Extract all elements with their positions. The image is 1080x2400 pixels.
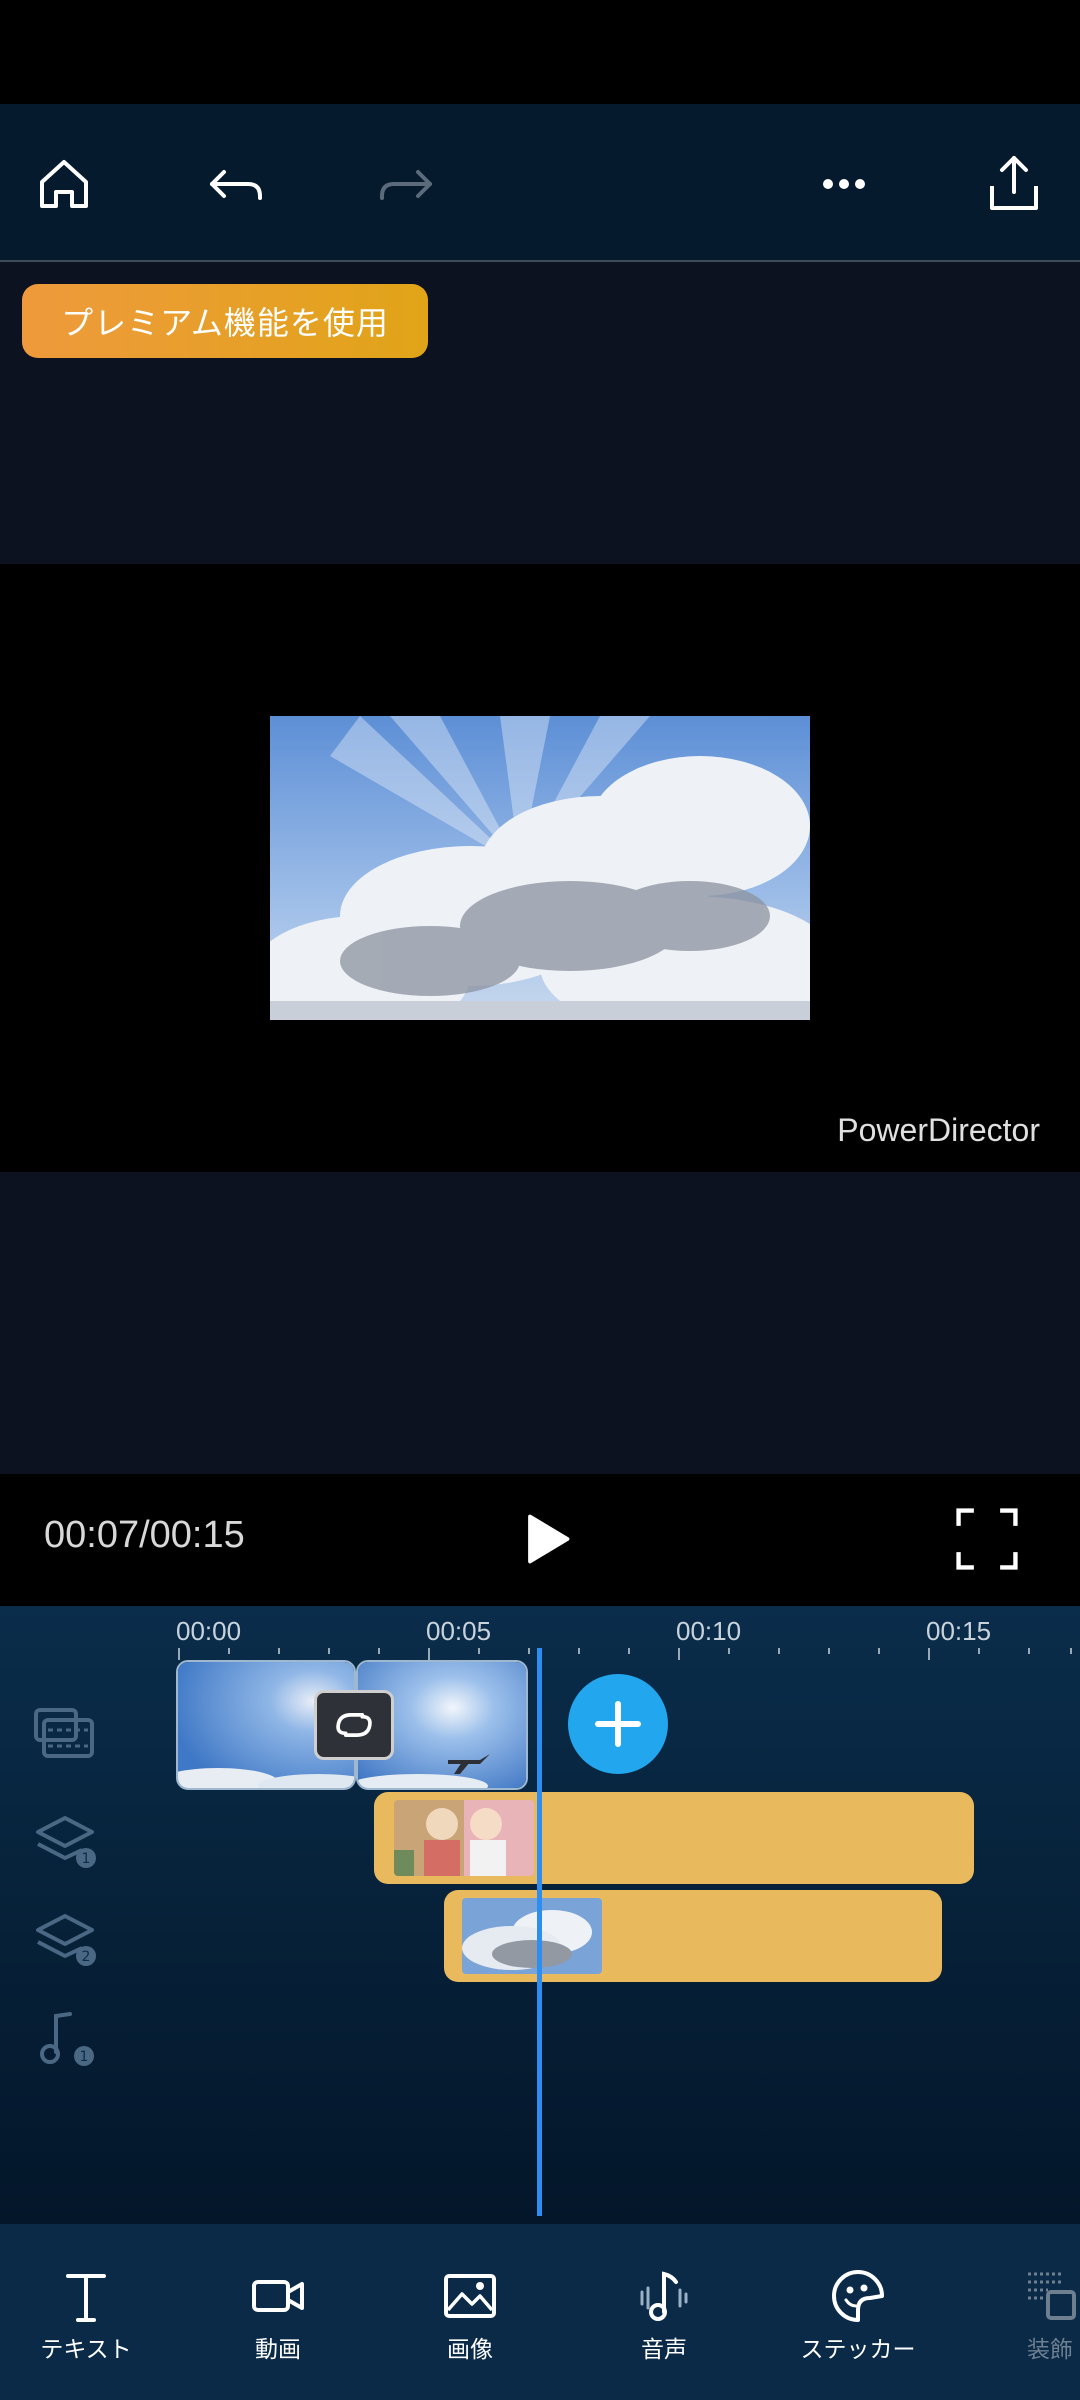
sticker-icon	[832, 2270, 884, 2322]
editor-top-area: プレミアム機能を使用	[0, 262, 1080, 564]
transition-button[interactable]	[314, 1690, 394, 1760]
sticker-tool-label: ステッカー	[800, 2337, 916, 2363]
transition-icon	[336, 1713, 372, 1737]
undo-icon	[210, 170, 262, 200]
overlay-clip-1[interactable]	[374, 1792, 974, 1884]
more-options-button[interactable]	[802, 142, 886, 226]
editor-mid-area	[0, 1172, 1080, 1474]
plus-icon	[595, 1701, 641, 1747]
share-upload-icon	[990, 156, 1038, 210]
audio-tool-label: 音声	[641, 2337, 687, 2363]
preview-frame-image	[270, 716, 810, 1020]
decoration-icon	[1028, 2272, 1076, 2320]
timeline[interactable]: 00:00 00:05 00:10 00:15 1 2 1	[0, 1606, 1080, 2224]
video-preview[interactable]: PowerDirector	[0, 564, 1080, 1172]
decoration-tool-label: 装飾	[1027, 2337, 1073, 2363]
text-tool-button[interactable]: テキスト	[6, 2266, 166, 2366]
overlay-clip-2[interactable]	[444, 1890, 942, 1982]
overlay-clip-2-thumbnail	[462, 1898, 602, 1974]
video-tool-label: 動画	[255, 2337, 301, 2363]
ruler-label-10: 00:10	[676, 1616, 742, 1646]
decoration-tool-button[interactable]: 装飾	[970, 2266, 1080, 2366]
timecode: 00:07/00:15	[44, 1514, 245, 1556]
bottom-toolbar: テキスト 動画 画像 音声 ステッカー 装飾	[0, 2224, 1080, 2400]
play-button[interactable]	[510, 1504, 580, 1574]
overlay-layer-1-icon: 1	[30, 1804, 100, 1874]
watermark-text: PowerDirector	[837, 1112, 1040, 1148]
text-icon	[66, 2274, 106, 2322]
export-button[interactable]	[972, 142, 1056, 226]
ruler-label-0: 00:00	[176, 1616, 242, 1646]
overlay-layer-1-badge: 1	[82, 1851, 91, 1867]
text-tool-label: テキスト	[40, 2337, 132, 2363]
image-icon	[444, 2274, 496, 2318]
audio-track-badge: 1	[80, 2049, 89, 2065]
play-icon	[528, 1514, 570, 1564]
video-track-icon	[30, 1696, 100, 1766]
add-clip-button[interactable]	[568, 1674, 668, 1774]
image-tool-label: 画像	[447, 2337, 493, 2363]
image-tool-button[interactable]: 画像	[390, 2266, 550, 2366]
sticker-tool-button[interactable]: ステッカー	[778, 2266, 938, 2366]
redo-button[interactable]	[364, 142, 448, 226]
more-dots-icon	[823, 179, 865, 189]
premium-features-button[interactable]: プレミアム機能を使用	[22, 284, 428, 358]
video-camera-icon	[252, 2280, 304, 2312]
ruler-label-15: 00:15	[926, 1616, 992, 1646]
status-bar	[0, 0, 1080, 104]
music-note-icon	[640, 2271, 688, 2321]
video-tool-button[interactable]: 動画	[198, 2266, 358, 2366]
audio-tool-button[interactable]: 音声	[584, 2266, 744, 2366]
overlay-clip-1-thumbnail	[394, 1800, 534, 1876]
undo-button[interactable]	[194, 142, 278, 226]
fullscreen-icon	[956, 1508, 1018, 1570]
ruler-label-5: 00:05	[426, 1616, 492, 1646]
overlay-layer-2-badge: 2	[82, 1949, 91, 1965]
home-icon	[40, 160, 88, 208]
fullscreen-button[interactable]	[952, 1504, 1022, 1574]
playback-controls: 00:07/00:15	[0, 1474, 1080, 1606]
home-button[interactable]	[22, 142, 106, 226]
top-toolbar	[0, 104, 1080, 262]
playhead[interactable]	[537, 1648, 542, 2216]
overlay-layer-2-icon: 2	[30, 1902, 100, 1972]
redo-icon	[380, 170, 432, 200]
audio-track-icon: 1	[30, 2004, 100, 2074]
